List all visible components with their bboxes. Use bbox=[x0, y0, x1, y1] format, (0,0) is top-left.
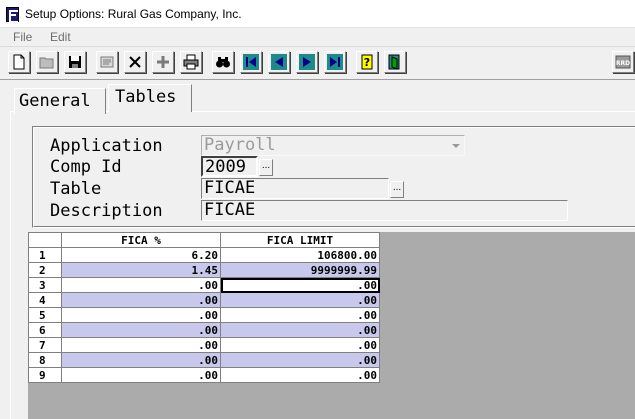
tab-general[interactable]: General bbox=[14, 88, 106, 114]
table-row: 2 1.45 9999999.99 bbox=[28, 262, 380, 278]
cell-fica-limit[interactable]: .00 bbox=[220, 307, 380, 323]
cell-fica-limit[interactable]: .00 bbox=[220, 352, 380, 368]
add-button[interactable] bbox=[152, 51, 174, 73]
data-grid: FICA % FICA LIMIT 1 6.20 106800.00 2 1.4… bbox=[28, 232, 635, 419]
table-row: 9 .00 .00 bbox=[28, 367, 380, 383]
tab-tables[interactable]: Tables bbox=[108, 84, 192, 112]
open-icon bbox=[39, 57, 54, 69]
menu-file[interactable]: File bbox=[13, 30, 32, 44]
cell-fica-limit[interactable]: 9999999.99 bbox=[220, 262, 380, 278]
new-button[interactable] bbox=[8, 51, 30, 73]
help-button[interactable]: ? bbox=[356, 51, 378, 73]
row-number[interactable]: 4 bbox=[28, 292, 62, 308]
cell-fica-pct[interactable]: .00 bbox=[61, 337, 221, 353]
print-icon bbox=[183, 54, 199, 70]
cell-fica-limit[interactable]: 106800.00 bbox=[220, 247, 380, 263]
grid-corner bbox=[28, 232, 62, 248]
table-label: Table bbox=[50, 179, 102, 199]
comp-id-field[interactable]: 2009 bbox=[201, 156, 258, 177]
exit-button[interactable] bbox=[384, 51, 406, 73]
table-field[interactable]: FICAE bbox=[201, 178, 389, 199]
row-number[interactable]: 6 bbox=[28, 322, 62, 338]
application-select[interactable]: Payroll bbox=[201, 135, 465, 156]
window-title: Setup Options: Rural Gas Company, Inc. bbox=[25, 7, 242, 21]
cell-fica-limit[interactable]: .00 bbox=[220, 322, 380, 338]
first-record-button[interactable] bbox=[240, 51, 262, 73]
column-header-fica-pct[interactable]: FICA % bbox=[61, 232, 221, 248]
help-icon: ? bbox=[361, 54, 373, 70]
edit-button[interactable] bbox=[96, 51, 118, 73]
menu-bar: File Edit bbox=[0, 28, 635, 46]
application-label: Application bbox=[50, 136, 163, 156]
table-row: 7 .00 .00 bbox=[28, 337, 380, 353]
table-row: 5 .00 .00 bbox=[28, 307, 380, 323]
table-row: 6 .00 .00 bbox=[28, 322, 380, 338]
svg-text:?: ? bbox=[364, 56, 370, 69]
logo-icon: RRD bbox=[615, 55, 631, 69]
first-record-icon bbox=[243, 54, 259, 70]
open-button[interactable] bbox=[36, 51, 58, 73]
svg-text:RRD: RRD bbox=[616, 60, 630, 67]
cell-fica-limit[interactable]: .00 bbox=[220, 367, 380, 383]
app-icon bbox=[6, 7, 19, 23]
toolbar: ? RRD bbox=[0, 46, 635, 80]
save-icon bbox=[69, 56, 81, 68]
row-number[interactable]: 1 bbox=[28, 247, 62, 263]
row-number[interactable]: 5 bbox=[28, 307, 62, 323]
description-field[interactable]: FICAE bbox=[201, 200, 568, 221]
comp-id-lookup-button[interactable]: ... bbox=[259, 159, 273, 176]
row-number[interactable]: 7 bbox=[28, 337, 62, 353]
cell-fica-limit-selected[interactable]: .00 bbox=[220, 277, 380, 293]
add-icon bbox=[157, 56, 169, 68]
previous-record-button[interactable] bbox=[268, 51, 290, 73]
application-value: Payroll bbox=[204, 135, 276, 155]
row-number[interactable]: 2 bbox=[28, 262, 62, 278]
cell-fica-pct[interactable]: .00 bbox=[61, 352, 221, 368]
cell-fica-pct[interactable]: 1.45 bbox=[61, 262, 221, 278]
next-record-icon bbox=[299, 54, 315, 70]
next-record-button[interactable] bbox=[296, 51, 318, 73]
new-icon bbox=[13, 54, 25, 70]
delete-icon bbox=[129, 56, 141, 68]
edit-icon bbox=[100, 56, 114, 68]
exit-icon bbox=[388, 54, 400, 70]
cell-fica-pct[interactable]: 6.20 bbox=[61, 247, 221, 263]
table-lookup-button[interactable]: ... bbox=[390, 181, 404, 198]
cell-fica-limit[interactable]: .00 bbox=[220, 292, 380, 308]
cell-fica-pct[interactable]: .00 bbox=[61, 367, 221, 383]
chevron-down-icon[interactable] bbox=[452, 144, 460, 148]
table-row: 3 .00 .00 bbox=[28, 277, 380, 293]
save-button[interactable] bbox=[64, 51, 86, 73]
table-row: 4 .00 .00 bbox=[28, 292, 380, 308]
cell-fica-pct[interactable]: .00 bbox=[61, 322, 221, 338]
previous-record-icon bbox=[271, 54, 287, 70]
title-bar: Setup Options: Rural Gas Company, Inc. bbox=[0, 0, 635, 28]
menu-edit[interactable]: Edit bbox=[50, 30, 71, 44]
cell-fica-pct[interactable]: .00 bbox=[61, 292, 221, 308]
row-number[interactable]: 8 bbox=[28, 352, 62, 368]
logo-button[interactable]: RRD bbox=[612, 51, 634, 73]
cell-fica-pct[interactable]: .00 bbox=[61, 307, 221, 323]
delete-button[interactable] bbox=[124, 51, 146, 73]
comp-id-label: Comp Id bbox=[50, 157, 122, 177]
cell-fica-limit[interactable]: .00 bbox=[220, 337, 380, 353]
fica-table: FICA % FICA LIMIT 1 6.20 106800.00 2 1.4… bbox=[28, 232, 380, 383]
find-button[interactable] bbox=[212, 51, 234, 73]
print-button[interactable] bbox=[180, 51, 202, 73]
table-row: 1 6.20 106800.00 bbox=[28, 247, 380, 263]
row-number[interactable]: 9 bbox=[28, 367, 62, 383]
table-row: 8 .00 .00 bbox=[28, 352, 380, 368]
row-number[interactable]: 3 bbox=[28, 277, 62, 293]
description-label: Description bbox=[50, 201, 163, 221]
column-header-fica-limit[interactable]: FICA LIMIT bbox=[220, 232, 380, 248]
last-record-icon bbox=[327, 54, 343, 70]
last-record-button[interactable] bbox=[324, 51, 346, 73]
cell-fica-pct[interactable]: .00 bbox=[61, 277, 221, 293]
find-icon bbox=[216, 57, 230, 68]
